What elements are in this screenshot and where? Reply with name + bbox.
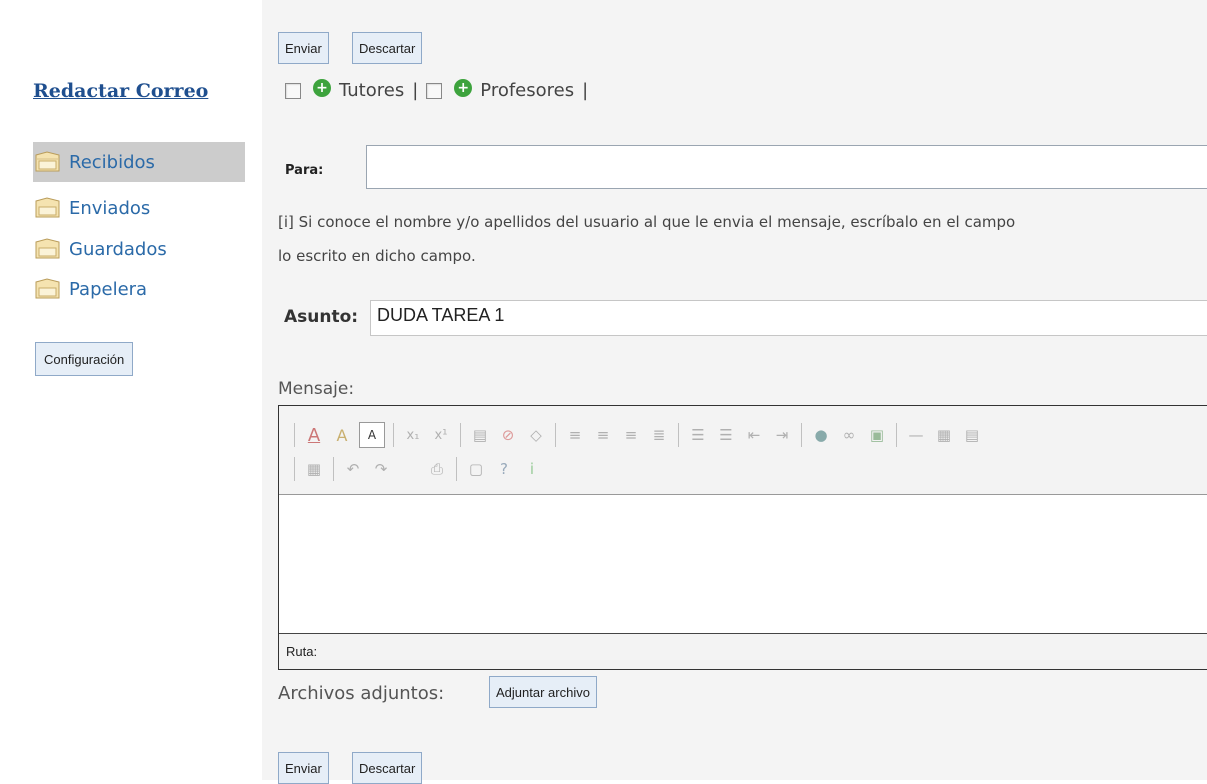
rich-text-editor: A A A x₁ x¹ ▤ ⊘ ◇ ≡ ≡ ≡ ≣ ☰ ☰ ⇤ ⇥ ● ∞ ▣ … <box>278 405 1207 670</box>
folder-item-papelera[interactable]: Papelera <box>33 269 245 309</box>
toolbar-row-2: ▦ ↶ ↷ ⎙ ▢ ? i <box>289 454 546 484</box>
tutores-checkbox[interactable] <box>285 82 301 99</box>
source-code-icon[interactable]: ▢ <box>465 458 487 480</box>
folder-item-guardados[interactable]: Guardados <box>33 229 245 269</box>
toolbar-separator <box>896 423 897 447</box>
to-label: Para: <box>285 163 324 178</box>
saved-folder-icon <box>33 236 63 262</box>
toolbar-separator <box>460 423 461 447</box>
send-button-top[interactable]: Enviar <box>278 32 329 64</box>
folder-label: Recibidos <box>69 151 155 173</box>
add-tutores-icon[interactable]: + <box>313 78 331 97</box>
compose-panel: Enviar Descartar + Tutores | + Profesore… <box>262 0 1207 784</box>
help-icon[interactable]: ? <box>493 458 515 480</box>
superscript-icon[interactable]: x¹ <box>430 424 452 446</box>
profesores-checkbox[interactable] <box>426 82 443 99</box>
undo-icon[interactable]: ↶ <box>342 458 364 480</box>
unordered-list-icon[interactable]: ☰ <box>715 424 737 446</box>
message-body-area[interactable] <box>279 495 1207 633</box>
toolbar-separator <box>678 423 679 447</box>
subject-input[interactable]: DUDA TAREA 1 <box>370 300 1207 336</box>
profesores-label: Profesores <box>480 80 575 101</box>
outdent-icon[interactable]: ⇤ <box>743 424 765 446</box>
align-right-icon[interactable]: ≡ <box>620 424 642 446</box>
table-small-icon[interactable]: ▦ <box>933 424 955 446</box>
toolbar-separator <box>393 423 394 447</box>
toolbar-separator <box>294 457 295 481</box>
page-break-icon[interactable]: ▤ <box>961 424 983 446</box>
folder-label: Guardados <box>69 238 167 260</box>
path-bar: Ruta: <box>279 633 1207 669</box>
toolbar-row-1: A A A x₁ x¹ ▤ ⊘ ◇ ≡ ≡ ≡ ≣ ☰ ☰ ⇤ ⇥ ● ∞ ▣ … <box>289 420 986 450</box>
recipient-groups: + Tutores | + Profesores | <box>285 78 596 101</box>
print-icon[interactable]: ⎙ <box>426 458 448 480</box>
paste-word-icon[interactable]: ▤ <box>469 424 491 446</box>
toolbar-separator <box>294 423 295 447</box>
align-left-icon[interactable]: ≡ <box>564 424 586 446</box>
link-icon[interactable]: ∞ <box>838 424 860 446</box>
sidebar: Redactar Correo Recibidos Enviados Guard… <box>0 0 262 780</box>
table-icon[interactable]: ▦ <box>303 458 325 480</box>
help-line-1: [i] Si conoce el nombre y/o apellidos de… <box>278 213 1016 231</box>
align-center-icon[interactable]: ≡ <box>592 424 614 446</box>
add-profesores-icon[interactable]: + <box>454 78 473 97</box>
attachments-label: Archivos adjuntos: <box>278 683 445 704</box>
separator: | <box>582 80 589 101</box>
settings-button[interactable]: Configuración <box>35 342 134 376</box>
eraser-icon[interactable]: ◇ <box>525 424 547 446</box>
to-input[interactable] <box>366 145 1207 189</box>
info-icon[interactable]: i <box>521 458 543 480</box>
background-color-icon[interactable]: A <box>331 424 353 446</box>
image-icon[interactable]: ▣ <box>866 424 888 446</box>
align-justify-icon[interactable]: ≣ <box>648 424 670 446</box>
trash-folder-icon <box>33 276 63 302</box>
toolbar-separator <box>456 457 457 481</box>
editor-toolbar: A A A x₁ x¹ ▤ ⊘ ◇ ≡ ≡ ≡ ≣ ☰ ☰ ⇤ ⇥ ● ∞ ▣ … <box>279 406 1207 495</box>
ordered-list-icon[interactable]: ☰ <box>687 424 709 446</box>
text-color-icon[interactable]: A <box>303 424 325 446</box>
attach-file-button[interactable]: Adjuntar archivo <box>489 676 597 708</box>
toolbar-separator <box>333 457 334 481</box>
inbox-folder-icon <box>33 149 63 175</box>
discard-button-top[interactable]: Descartar <box>352 32 423 64</box>
help-line-2: lo escrito en dicho campo. <box>278 247 476 265</box>
redo-icon[interactable]: ↷ <box>370 458 392 480</box>
tutores-label: Tutores <box>339 80 405 101</box>
message-label: Mensaje: <box>278 379 355 399</box>
horizontal-rule-icon[interactable]: — <box>905 424 927 446</box>
recipient-help-text: [i] Si conoce el nombre y/o apellidos de… <box>278 205 1015 273</box>
anchor-icon[interactable]: ● <box>810 424 832 446</box>
folder-item-enviados[interactable]: Enviados <box>33 188 245 228</box>
font-size-icon[interactable]: A <box>359 422 385 448</box>
send-button-bottom[interactable]: Enviar <box>278 752 329 784</box>
indent-icon[interactable]: ⇥ <box>771 424 793 446</box>
toolbar-separator <box>555 423 556 447</box>
discard-button-bottom[interactable]: Descartar <box>352 752 423 784</box>
subscript-icon[interactable]: x₁ <box>402 424 424 446</box>
folder-label: Enviados <box>69 197 151 219</box>
folder-label: Papelera <box>69 278 148 300</box>
sent-folder-icon <box>33 195 63 221</box>
folder-item-recibidos[interactable]: Recibidos <box>33 142 245 182</box>
compose-mail-link[interactable]: Redactar Correo <box>33 80 208 102</box>
separator: | <box>412 80 419 101</box>
remove-format-icon[interactable]: ⊘ <box>497 424 519 446</box>
toolbar-separator <box>801 423 802 447</box>
subject-label: Asunto: <box>284 307 359 327</box>
